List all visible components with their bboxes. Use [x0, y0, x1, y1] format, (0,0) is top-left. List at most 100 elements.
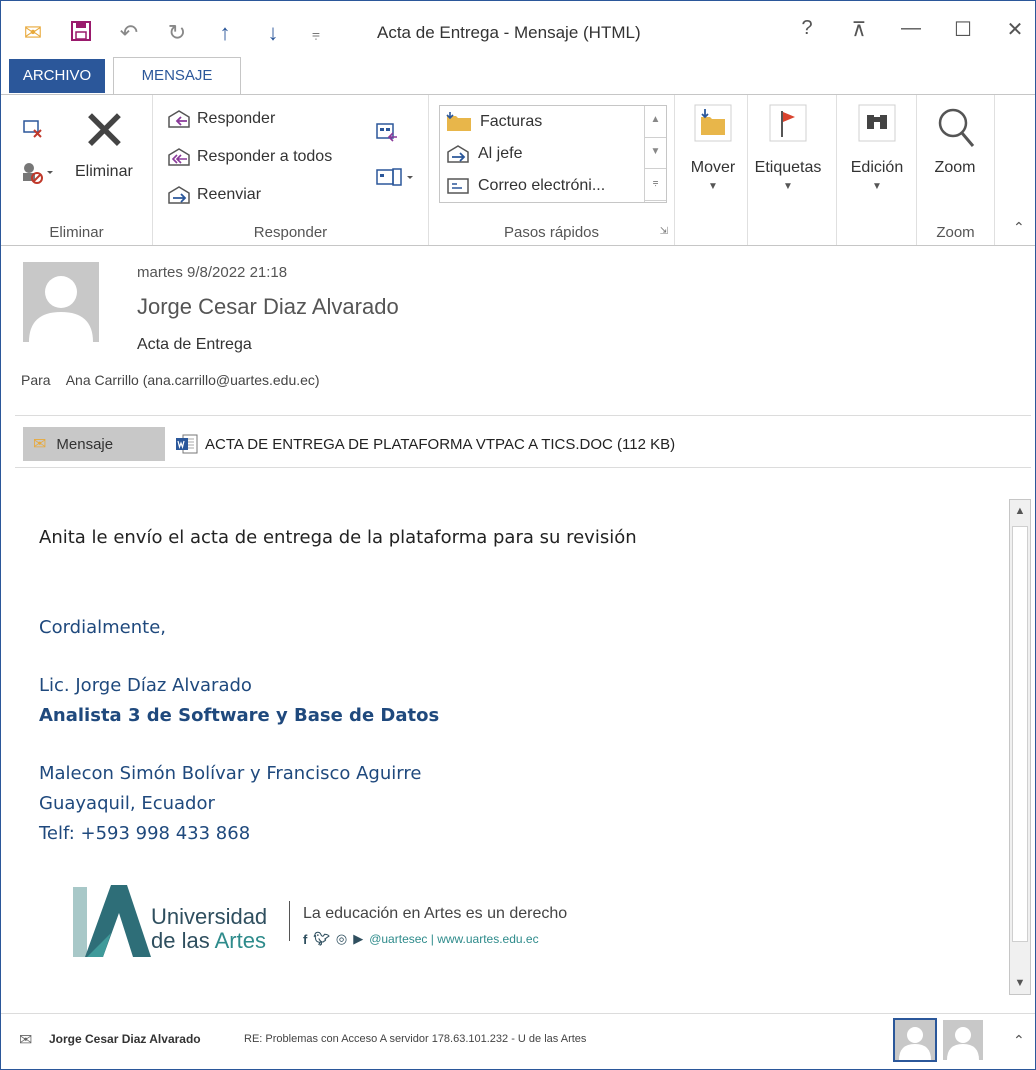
people-pane-sender[interactable]: Jorge Cesar Diaz Alvarado	[49, 1032, 201, 1046]
group-zoom: Zoom Zoom	[917, 95, 995, 245]
tab-mensaje[interactable]: MENSAJE	[113, 57, 241, 95]
scroll-down-icon[interactable]: ▼	[645, 138, 666, 170]
move-button[interactable]: Mover ▼	[679, 103, 747, 192]
arrow-up-icon[interactable]: ↑	[213, 22, 237, 44]
editing-button[interactable]: Edición ▼	[843, 103, 911, 192]
maximize-button[interactable]: ☐	[951, 17, 975, 42]
group-pasos-rapidos: Facturas Al jefe Correo electróni... ▲ ▼…	[429, 95, 675, 245]
attachment-divider	[15, 467, 1031, 468]
attachment-file[interactable]: ACTA DE ENTREGA DE PLATAFORMA VTPAC A TI…	[175, 433, 675, 455]
body-scrollbar[interactable]: ▲ ▼	[1009, 499, 1031, 995]
dialog-launcher-icon[interactable]: ⇲	[660, 226, 668, 237]
scroll-down-icon[interactable]: ▼	[1010, 972, 1030, 994]
university-logo: Universidad de las Artes La educación en…	[71, 881, 631, 971]
quick-steps-scroll[interactable]: ▲ ▼ ⩦	[644, 106, 666, 202]
delete-button[interactable]: Eliminar	[75, 163, 133, 181]
reply-button[interactable]: Responder	[167, 109, 275, 129]
junk-icon[interactable]	[21, 161, 57, 185]
group-label-zoom: Zoom	[936, 224, 975, 241]
envelope-outline-icon: ✉	[19, 1032, 33, 1049]
scroll-thumb[interactable]	[1012, 526, 1028, 942]
save-icon[interactable]	[69, 21, 93, 45]
expand-gallery-icon[interactable]: ⩦	[645, 169, 666, 202]
quick-step-correo[interactable]: Correo electróni...	[446, 176, 605, 196]
body-line-1: Anita le envío el acta de entrega de la …	[39, 527, 637, 548]
subject: Acta de Entrega	[137, 336, 252, 353]
signature-role: Analista 3 de Software y Base de Datos	[39, 705, 440, 726]
group-label-responder: Responder	[253, 224, 328, 241]
expand-people-pane-icon[interactable]: ⌃	[1013, 1032, 1025, 1049]
sender-avatar[interactable]	[23, 262, 99, 342]
help-button[interactable]: ?	[795, 17, 819, 42]
people-pane: ✉ Jorge Cesar Diaz Alvarado RE: Problema…	[1, 1013, 1035, 1069]
logo-tagline: La educación en Artes es un derecho	[303, 905, 568, 922]
sender-name[interactable]: Jorge Cesar Diaz Alvarado	[137, 294, 399, 320]
greeting: Cordialmente,	[39, 617, 166, 638]
quick-steps-gallery: Facturas Al jefe Correo electróni... ▲ ▼…	[439, 105, 667, 203]
ua-logo-mark	[73, 885, 151, 957]
undo-icon[interactable]: ↶	[117, 22, 141, 44]
message-header: martes 9/8/2022 21:18 Jorge Cesar Diaz A…	[1, 246, 1035, 406]
quick-access-toolbar: ✉ ↶ ↻ ↑ ↓ ⩦	[21, 21, 323, 45]
quick-step-al-jefe[interactable]: Al jefe	[446, 144, 522, 164]
to-label: Para	[21, 372, 51, 388]
ignore-icon[interactable]	[21, 117, 45, 141]
collapse-ribbon-icon[interactable]: ⌃	[1013, 219, 1025, 236]
quick-step-facturas[interactable]: Facturas	[446, 112, 542, 132]
instagram-icon: ◎	[335, 931, 348, 946]
people-avatar-1[interactable]	[893, 1018, 937, 1062]
folder-move-icon	[446, 112, 472, 132]
group-label-eliminar: Eliminar	[49, 224, 104, 241]
envelope-icon: ✉	[33, 436, 47, 453]
chevron-down-icon: ▼	[872, 181, 882, 192]
people-pane-message[interactable]: RE: Problemas con Acceso A servidor 178.…	[244, 1033, 586, 1045]
chevron-down-icon: ▼	[783, 181, 793, 192]
header-divider	[15, 415, 1031, 416]
customize-qat-icon[interactable]: ⩦	[309, 22, 323, 44]
binoculars-icon	[843, 103, 911, 159]
sent-date: martes 9/8/2022 21:18	[137, 264, 288, 281]
attachment-bar: ✉ Mensaje ACTA DE ENTREGA DE PLATAFORMA …	[1, 425, 1035, 465]
magnifier-icon	[921, 103, 989, 159]
forward-button[interactable]: Reenviar	[167, 185, 261, 205]
ribbon-tabs: ARCHIVO MENSAJE	[1, 57, 1035, 95]
tags-button[interactable]: Etiquetas ▼	[754, 103, 822, 192]
close-button[interactable]: ✕	[1003, 17, 1027, 42]
people-avatar-2[interactable]	[943, 1020, 983, 1060]
youtube-icon: ▶	[353, 931, 364, 946]
signature-name: Lic. Jorge Díaz Alvarado	[39, 675, 252, 696]
outlook-message-window: ✉ ↶ ↻ ↑ ↓ ⩦ Acta de Entrega - Mensaje (H…	[0, 0, 1036, 1070]
forward-icon	[167, 185, 191, 205]
reply-all-button[interactable]: Responder a todos	[167, 147, 332, 167]
logo-social: f 🐦︎ ◎ ▶ @uartesec | www.uartes.edu.ec	[303, 931, 539, 947]
ribbon-display-button[interactable]: ⊼	[847, 17, 871, 42]
delete-x-icon[interactable]: ✕	[81, 103, 128, 159]
arrow-down-icon[interactable]: ↓	[261, 22, 285, 44]
ribbon: ✕ Eliminar Eliminar Responder Responder …	[1, 94, 1035, 246]
more-respond-icon[interactable]	[375, 167, 417, 189]
group-edicion: Edición ▼	[837, 95, 917, 245]
tab-archivo[interactable]: ARCHIVO	[9, 59, 105, 93]
move-folder-icon	[679, 103, 747, 159]
signature-address-1: Malecon Simón Bolívar y Francisco Aguirr…	[39, 763, 422, 784]
group-label-pasos-rapidos: Pasos rápidos	[503, 224, 600, 241]
meeting-reply-icon[interactable]	[375, 121, 399, 143]
scroll-up-icon[interactable]: ▲	[1010, 500, 1030, 522]
envelope-icon[interactable]: ✉	[21, 22, 45, 44]
email-team-icon	[446, 176, 470, 196]
message-tab[interactable]: ✉ Mensaje	[23, 427, 165, 461]
signature-address-2: Guayaquil, Ecuador	[39, 793, 215, 814]
flag-icon	[754, 103, 822, 159]
recipient-line: Para Ana Carrillo (ana.carrillo@uartes.e…	[21, 372, 320, 388]
zoom-button[interactable]: Zoom	[921, 103, 989, 177]
recipient[interactable]: Ana Carrillo (ana.carrillo@uartes.edu.ec…	[66, 372, 320, 388]
reply-icon	[167, 109, 191, 129]
signature-phone: Telf: +593 998 433 868	[39, 823, 251, 844]
window-title: Acta de Entrega - Mensaje (HTML)	[377, 23, 641, 42]
redo-icon[interactable]: ↻	[165, 22, 189, 44]
chevron-down-icon: ▼	[708, 181, 718, 192]
group-etiquetas: Etiquetas ▼	[747, 95, 837, 245]
window-controls: ? ⊼ — ☐ ✕	[795, 17, 1027, 42]
scroll-up-icon[interactable]: ▲	[645, 106, 666, 138]
minimize-button[interactable]: —	[899, 17, 923, 42]
